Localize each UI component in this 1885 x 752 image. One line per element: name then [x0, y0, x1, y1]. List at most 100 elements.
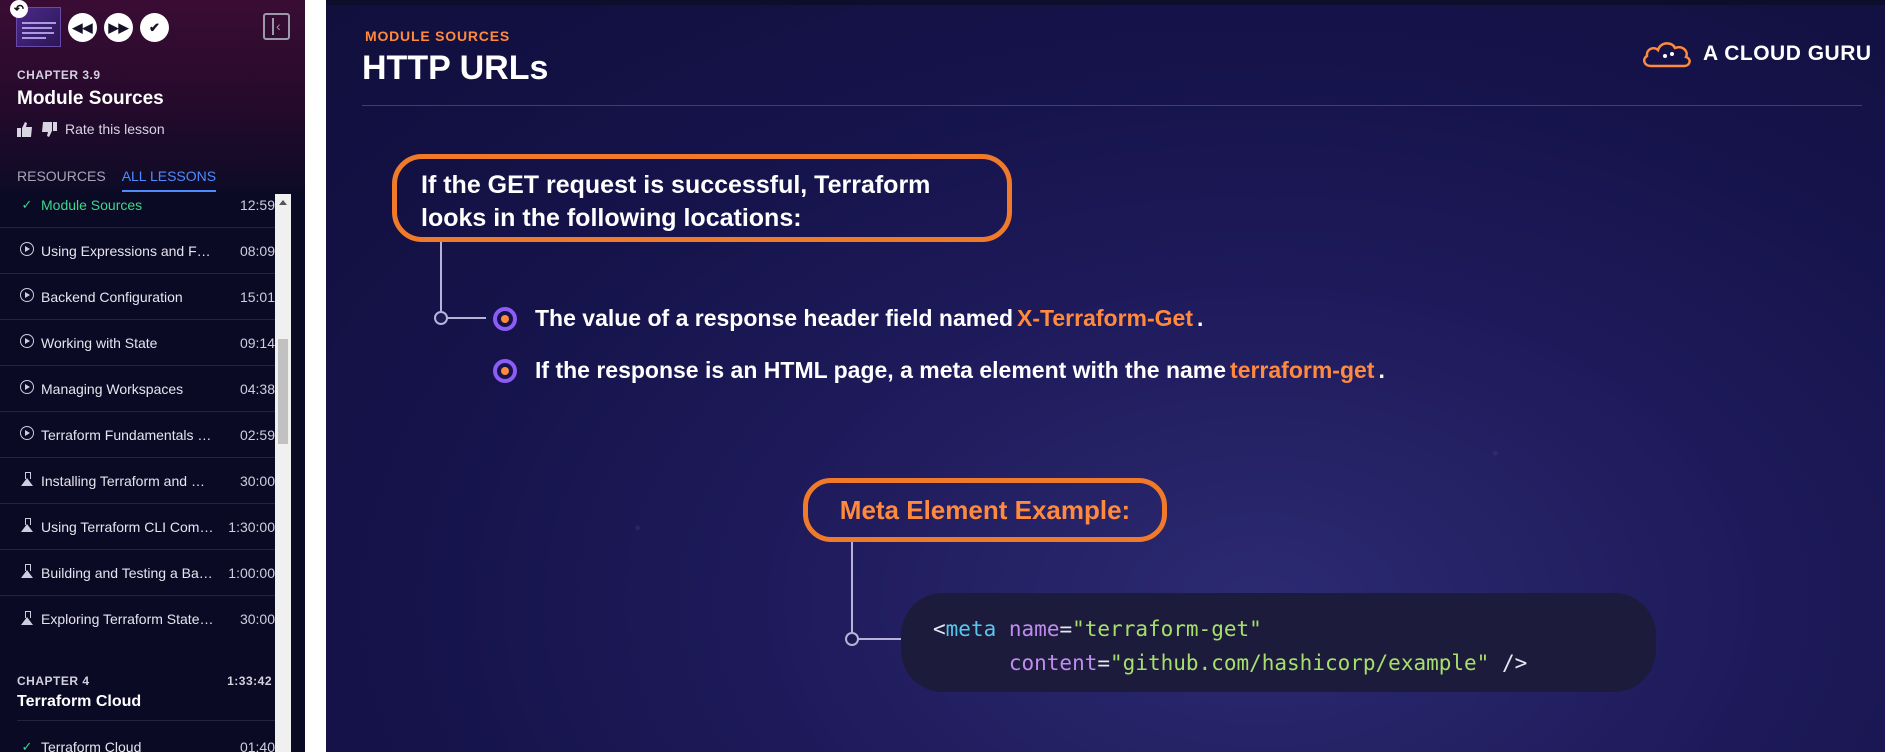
sidebar-tabs: RESOURCES ALL LESSONS: [17, 168, 217, 192]
lesson-name: Exploring Terraform State Fun...: [41, 611, 215, 627]
check-icon: ✓: [21, 196, 33, 212]
code-token: />: [1489, 651, 1528, 675]
connector-line: [853, 638, 901, 640]
lesson-sidebar: ↶ ◀◀ ▶▶ ✔ ‹ CHAPTER 3.9 Module Sources R…: [0, 0, 305, 752]
lesson-item[interactable]: Backend Configuration 15:01: [0, 274, 275, 320]
chapter-label: CHAPTER 4: [17, 674, 90, 688]
lesson-name: Terraform Cloud: [41, 739, 142, 752]
lesson-item[interactable]: Managing Workspaces 04:38: [0, 366, 275, 412]
lesson-duration: 08:09: [239, 242, 275, 259]
code-token: =: [1059, 617, 1073, 641]
lesson-title: Module Sources: [17, 88, 164, 109]
tab-resources[interactable]: RESOURCES: [17, 168, 106, 192]
chapter-header[interactable]: CHAPTER 4 1:33:42: [17, 674, 272, 688]
lesson-name: Terraform Fundamentals (Sec...: [41, 426, 215, 443]
code-token: "terraform-get": [1072, 617, 1262, 641]
slide-title: HTTP URLs: [362, 49, 549, 87]
lesson-list-scrollbar[interactable]: [275, 194, 291, 752]
lesson-duration: 04:38: [239, 380, 275, 397]
sidebar-header: ↶ ◀◀ ▶▶ ✔ ‹ CHAPTER 3.9 Module Sources R…: [0, 0, 305, 192]
lesson-name: Working with State: [41, 334, 158, 351]
lesson-name: Using Terraform CLI Comma...: [41, 518, 215, 535]
lesson-item[interactable]: Using Terraform CLI Comma... 1:30:00: [0, 504, 275, 550]
lesson-duration: 01:40: [239, 739, 275, 752]
rate-lesson-label[interactable]: Rate this lesson: [65, 121, 165, 137]
back-arrow-icon[interactable]: ↶: [10, 0, 28, 18]
chevron-left-icon: ‹: [276, 18, 281, 34]
lesson-item[interactable]: Building and Testing a Basic ... 1:00:00: [0, 550, 275, 596]
lesson-name: Module Sources: [41, 196, 143, 213]
bullet-text: If the response is an HTML page, a meta …: [535, 357, 1227, 383]
bullet-text: The value of a response header field nam…: [535, 305, 1014, 331]
bullet-end: .: [1196, 305, 1204, 331]
bullet-end: .: [1378, 357, 1385, 383]
lesson-duration: 1:00:00: [228, 564, 275, 581]
fast-forward-button[interactable]: ▶▶: [104, 13, 133, 42]
bullet-item: If the response is an HTML page, a meta …: [493, 357, 1385, 384]
thumbs-up-icon[interactable]: [17, 121, 33, 137]
lesson-name: Backend Configuration: [41, 288, 183, 305]
bullet-ring-icon: [493, 306, 517, 331]
divider: [305, 0, 326, 752]
play-circle-icon: [20, 242, 34, 256]
code-snippet: <meta name="terraform-get" content="gith…: [901, 593, 1656, 692]
play-circle-icon: [20, 288, 34, 302]
flask-icon: [21, 518, 33, 532]
rewind-button[interactable]: ◀◀: [68, 13, 97, 42]
flask-icon: [21, 610, 33, 625]
video-slide[interactable]: MODULE SOURCES HTTP URLs A CLOUD GURU If…: [326, 5, 1885, 752]
rate-lesson-row: Rate this lesson: [17, 121, 165, 137]
divider: [362, 105, 1862, 106]
scroll-up-arrow-icon[interactable]: [279, 200, 287, 205]
bullet-highlight: terraform-get: [1230, 357, 1375, 383]
connector-line: [851, 542, 853, 639]
tab-all-lessons[interactable]: ALL LESSONS: [121, 168, 217, 192]
connector-node: [845, 632, 859, 646]
lesson-duration: 02:59: [239, 426, 275, 443]
check-icon: ✓: [21, 739, 33, 752]
code-token: meta: [945, 617, 997, 641]
code-token: =: [1097, 651, 1111, 675]
rewind-icon: ◀◀: [72, 20, 93, 35]
lesson-name: Managing Workspaces: [41, 380, 184, 397]
collapse-sidebar-button[interactable]: ‹: [263, 13, 290, 40]
thumbs-down-icon[interactable]: [41, 121, 57, 137]
code-line: content="github.com/hashicorp/example" /…: [933, 646, 1624, 680]
lesson-duration: 1:30:00: [228, 518, 275, 535]
scrollbar-thumb[interactable]: [278, 339, 288, 444]
lesson-item[interactable]: ✓ Module Sources 12:59: [0, 194, 275, 228]
lesson-name: Building and Testing a Basic ...: [41, 564, 215, 581]
lesson-item[interactable]: Terraform Fundamentals (Sec... 02:59: [0, 412, 275, 458]
divider: [17, 720, 275, 721]
lesson-list: ✓ Module Sources 12:59 Using Expressions…: [0, 194, 275, 752]
chapter-label: CHAPTER 3.9: [17, 68, 101, 82]
lesson-duration: 09:14: [239, 334, 275, 351]
check-icon: ✔: [149, 20, 160, 35]
flask-icon: [21, 564, 33, 578]
bullet-highlight: X-Terraform-Get: [1017, 305, 1193, 331]
code-token: "github.com/hashicorp/example": [1110, 651, 1490, 675]
bullet-ring-icon: [493, 358, 517, 383]
code-token: name: [1008, 617, 1060, 641]
code-line: <meta name="terraform-get": [933, 612, 1624, 646]
bullet-item: The value of a response header field nam…: [493, 305, 1203, 332]
lesson-item[interactable]: Installing Terraform and Work... 30:00: [0, 458, 275, 504]
lesson-duration: 12:59: [239, 196, 275, 213]
lesson-item[interactable]: Exploring Terraform State Fun... 30:00: [0, 596, 275, 642]
brand-name: A CLOUD GURU: [1703, 42, 1872, 65]
lesson-name: Using Expressions and Functi...: [41, 242, 215, 259]
callout-meta-example: Meta Element Example:: [803, 478, 1167, 542]
callout-line: If the GET request is successful, Terraf…: [421, 171, 931, 199]
chapter-title: Terraform Cloud: [17, 693, 142, 710]
module-label: MODULE SOURCES: [365, 28, 510, 44]
play-circle-icon: [20, 334, 34, 348]
flask-icon: [21, 472, 33, 486]
fast-forward-icon: ▶▶: [108, 20, 129, 35]
connector-line: [440, 242, 442, 318]
lesson-item[interactable]: Working with State 09:14: [0, 320, 275, 366]
lesson-item[interactable]: ✓ Terraform Cloud 01:40: [0, 724, 275, 752]
chapter-duration: 1:33:42: [227, 674, 272, 688]
lesson-item[interactable]: Using Expressions and Functi... 08:09: [0, 228, 275, 274]
lesson-name: Installing Terraform and Work...: [41, 472, 215, 489]
mark-complete-button[interactable]: ✔: [140, 13, 169, 42]
